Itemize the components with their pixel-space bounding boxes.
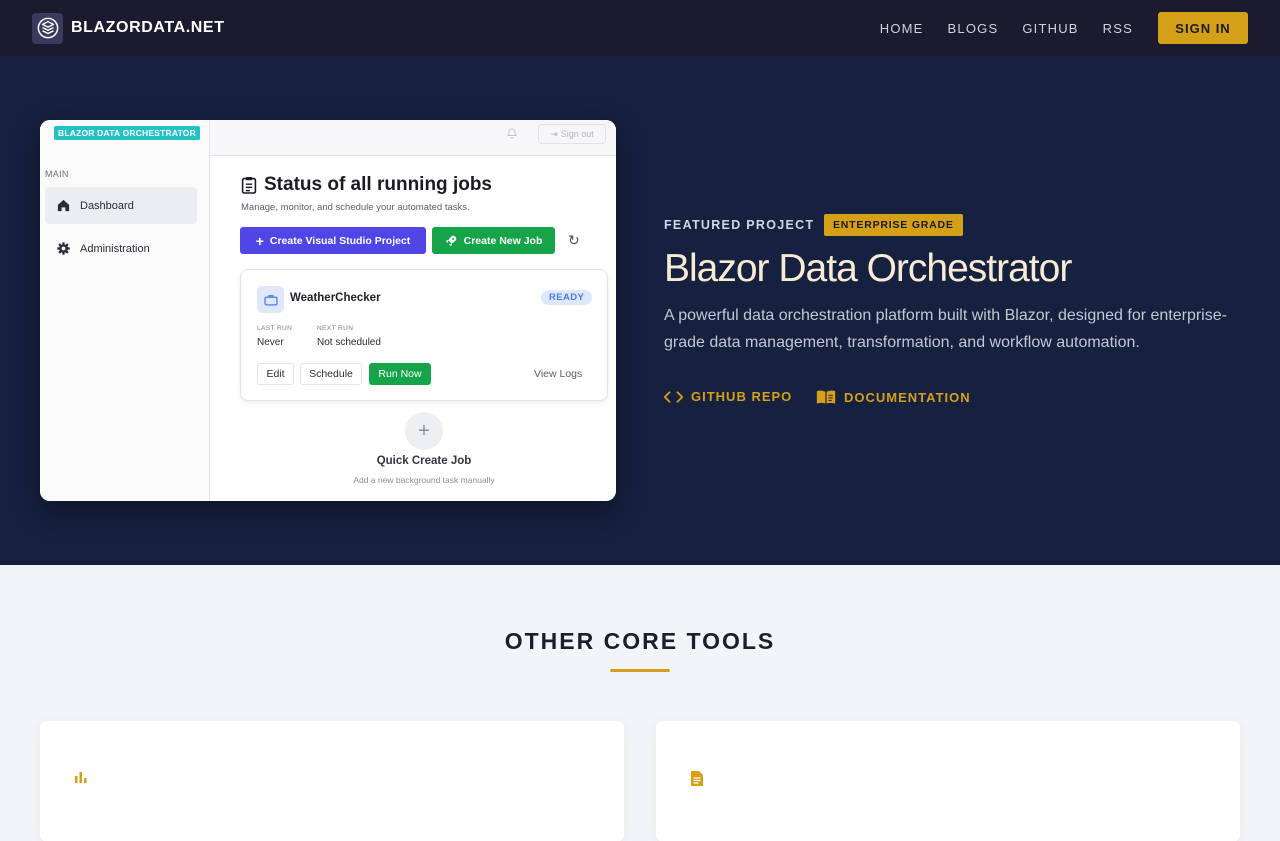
heading-underline [610, 669, 670, 672]
project-description: A powerful data orchestration platform b… [664, 307, 1227, 351]
mock-last-run-value: Never [257, 337, 284, 348]
mock-last-run-label: LAST RUN [257, 325, 293, 332]
mock-page-title-text: Status of all running jobs [264, 174, 492, 195]
logo-icon [32, 12, 63, 44]
nav-rss-link[interactable]: RSS [1103, 21, 1133, 36]
add-circle-icon: + [405, 412, 443, 450]
mock-edit-button: Edit [257, 363, 294, 385]
featured-label: FEATURED PROJECT [664, 218, 815, 232]
documentation-label: DOCUMENTATION [844, 389, 971, 405]
gear-icon [57, 242, 70, 255]
refresh-icon: ↻ [568, 232, 580, 248]
bell-icon [506, 127, 520, 141]
github-repo-label: GITHUB REPO [691, 389, 793, 404]
briefcase-icon [257, 286, 284, 313]
mock-run-now-button: Run Now [369, 363, 431, 385]
brand[interactable]: BLAZORDATA.NET [32, 12, 225, 44]
mock-next-run-value: Not scheduled [317, 337, 381, 348]
project-title: Blazor Data Orchestrator [664, 247, 1072, 290]
core-tools-heading: OTHER CORE TOOLS [504, 628, 776, 654]
mock-quick-create-subtitle: Add a new background task manually [353, 475, 495, 485]
mock-nav-administration-label: Administration [80, 242, 150, 255]
mock-next-run-label: NEXT RUN [317, 325, 354, 332]
home-icon [57, 199, 70, 212]
mock-create-job-button: Create New Job [432, 227, 555, 254]
navbar: BLAZORDATA.NET HOME BLOGS GITHUB RSS SIG… [0, 0, 1280, 56]
mock-brand-badge: BLAZOR DATA ORCHESTRATOR [54, 126, 200, 140]
plus-icon: + [255, 232, 264, 249]
sign-in-button[interactable]: SIGN IN [1158, 12, 1248, 44]
mock-nav-administration: Administration [45, 230, 197, 267]
hero-section: BLAZOR DATA ORCHESTRATOR ⇥ Sign out MAIN… [0, 56, 1280, 565]
mock-create-project-label: Create Visual Studio Project [269, 234, 411, 247]
mock-page-subtitle: Manage, monitor, and schedule your autom… [241, 202, 470, 213]
bar-chart-icon [74, 770, 88, 789]
mock-page-title: Status of all running jobs [241, 174, 492, 196]
mock-sign-out-button: ⇥ Sign out [538, 124, 606, 144]
tool-card[interactable] [656, 721, 1240, 841]
app-screenshot: BLAZOR DATA ORCHESTRATOR ⇥ Sign out MAIN… [40, 120, 616, 501]
mock-section-label: MAIN [45, 169, 69, 179]
nav-links: HOME BLOGS GITHUB RSS SIGN IN [880, 12, 1248, 44]
enterprise-badge: ENTERPRISE GRADE [824, 214, 963, 236]
mock-status-badge: READY [541, 290, 593, 305]
brand-name: BLAZORDATA.NET [71, 19, 225, 36]
mock-nav-dashboard-label: Dashboard [80, 199, 134, 212]
rocket-icon [445, 235, 456, 247]
mock-sign-out-label: Sign out [560, 129, 594, 139]
mock-quick-create-title: Quick Create Job [376, 455, 472, 467]
document-icon [690, 770, 704, 792]
nav-github-link[interactable]: GITHUB [1022, 21, 1078, 36]
mock-schedule-button: Schedule [300, 363, 362, 385]
github-repo-link[interactable]: GITHUB REPO [664, 389, 792, 404]
mock-create-project-button: + Create Visual Studio Project [240, 227, 426, 254]
mock-job-name: WeatherChecker [290, 292, 381, 304]
mock-view-logs-link: View Logs [534, 368, 583, 380]
mock-job-card: WeatherChecker READY LAST RUN Never NEXT… [240, 269, 608, 401]
mock-create-job-label: Create New Job [463, 234, 543, 247]
documentation-link[interactable]: DOCUMENTATION [816, 389, 971, 405]
book-icon [816, 390, 836, 404]
nav-blogs-link[interactable]: BLOGS [948, 21, 999, 36]
clipboard-icon [241, 177, 257, 194]
tool-card[interactable] [40, 721, 624, 841]
nav-home-link[interactable]: HOME [880, 21, 924, 36]
mock-nav-dashboard: Dashboard [45, 187, 197, 224]
sign-out-icon: ⇥ [550, 128, 558, 139]
code-icon [664, 390, 683, 403]
